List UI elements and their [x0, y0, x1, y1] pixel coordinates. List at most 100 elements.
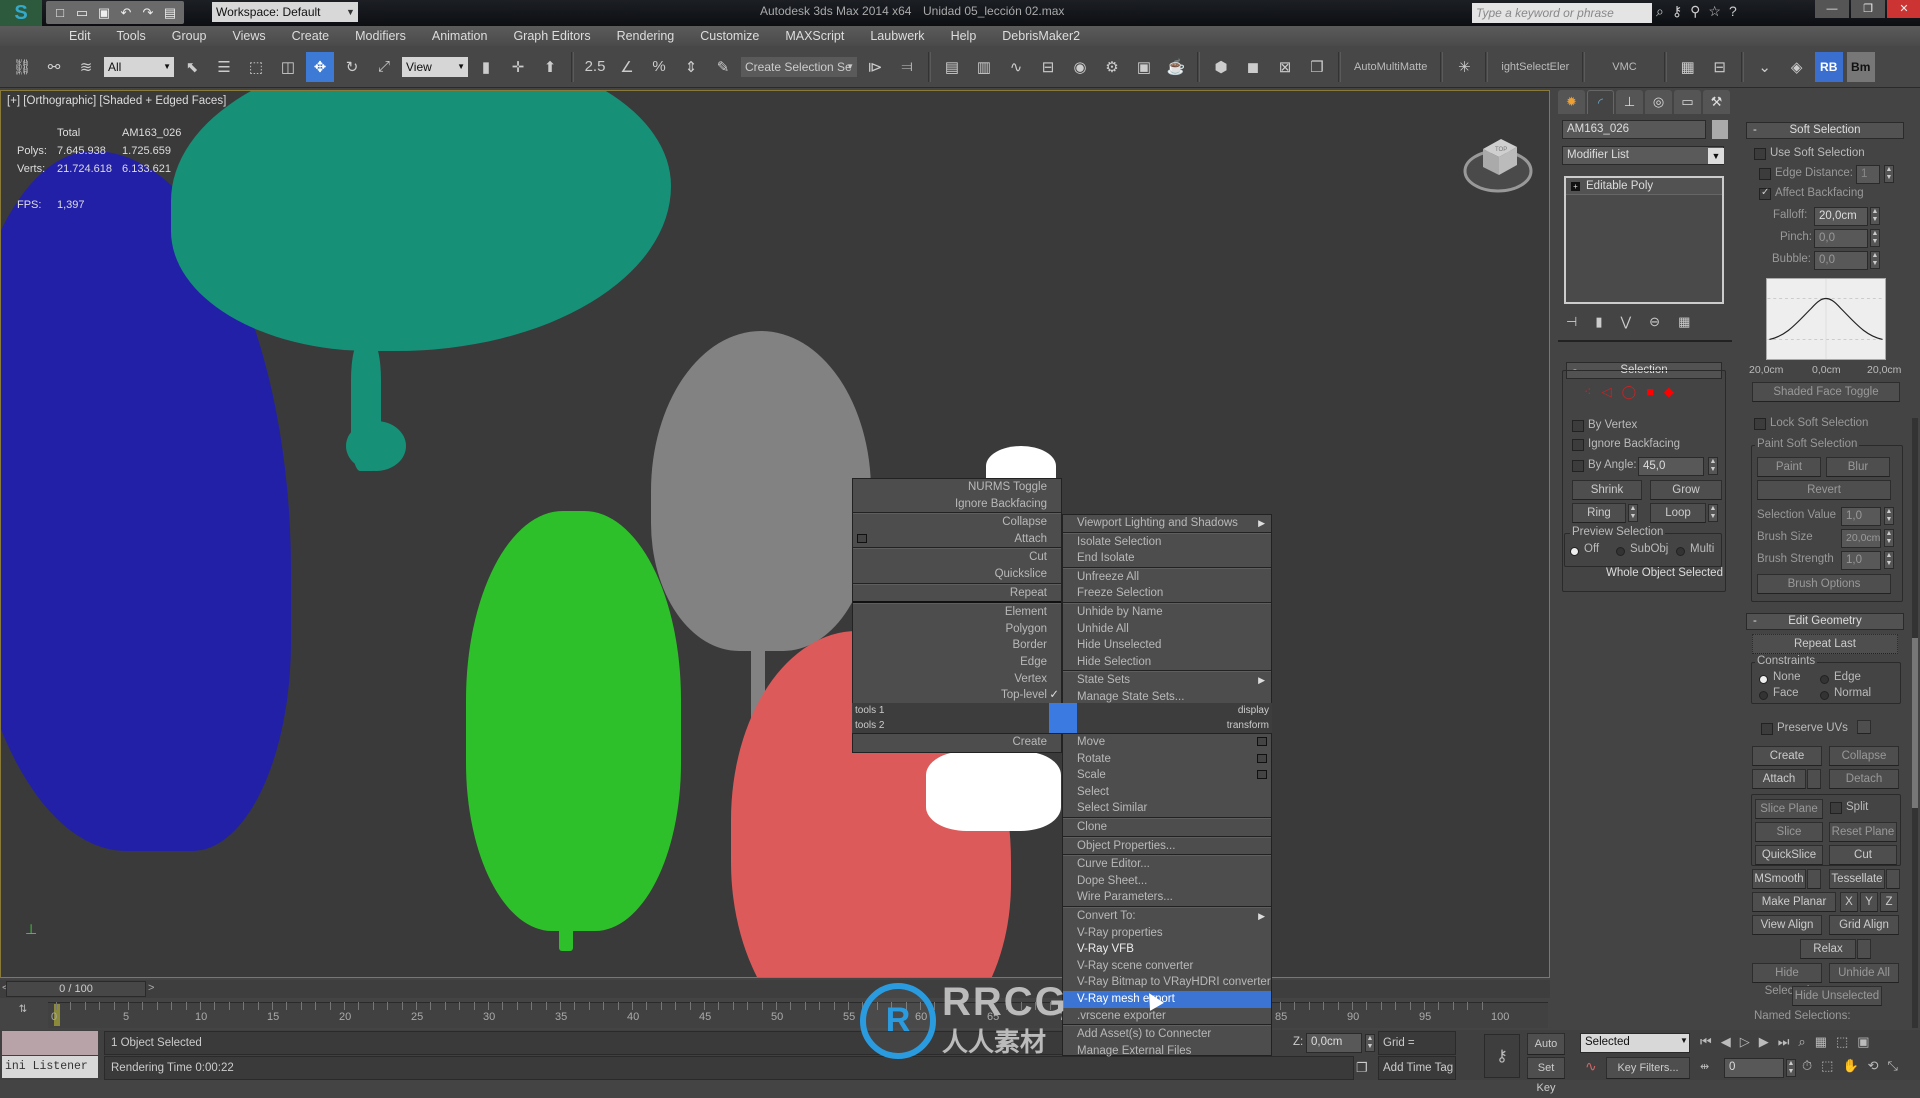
menu-item-dope-sheet[interactable]: Dope Sheet...: [1063, 873, 1271, 890]
hide-unselected-button[interactable]: Hide Unselected: [1792, 986, 1882, 1006]
edge-distance-spinner[interactable]: ▲ ▼: [1884, 165, 1894, 183]
star-icon[interactable]: ☆: [1708, 3, 1721, 20]
menu-item-ignore-backfacing[interactable]: Ignore Backfacing: [853, 496, 1061, 513]
brush-size-field[interactable]: 20,0cm: [1841, 529, 1881, 548]
menu-graph-editors[interactable]: Graph Editors: [500, 26, 603, 46]
menu-item-select-similar[interactable]: Select Similar: [1063, 800, 1271, 817]
bm-button[interactable]: Bm: [1846, 51, 1875, 82]
chevron-down-icon[interactable]: ▼: [1708, 148, 1724, 164]
menu-item-polygon[interactable]: Polygon: [853, 621, 1061, 638]
menu-views[interactable]: Views: [219, 26, 278, 46]
scale-icon[interactable]: ⤢: [370, 52, 398, 82]
project-folder-icon[interactable]: ▤: [162, 5, 178, 21]
collapse-button[interactable]: Collapse: [1829, 746, 1899, 766]
keyboard-shortcut-override-icon[interactable]: ⬆: [536, 52, 564, 82]
vmc-button[interactable]: VMC: [1592, 61, 1656, 73]
menu-item-move[interactable]: Move: [1063, 734, 1271, 751]
menu-item-wire-parameters[interactable]: Wire Parameters...: [1063, 889, 1271, 906]
blur-button[interactable]: Blur: [1826, 457, 1890, 477]
light-select-icon[interactable]: ✳: [1450, 52, 1478, 82]
menu-item-freeze-selection[interactable]: Freeze Selection: [1063, 585, 1271, 602]
bind-space-warp-icon[interactable]: ≋: [72, 52, 100, 82]
remove-modifier-icon[interactable]: ⊖: [1649, 314, 1660, 330]
zoom-extents-icon[interactable]: ⬚: [1836, 1034, 1848, 1050]
previous-frame-icon[interactable]: ◀: [1721, 1034, 1731, 1050]
satellite-icon[interactable]: ⚲: [1690, 3, 1700, 20]
quad-title-tools1[interactable]: tools 1: [852, 703, 1062, 718]
brush-options-button[interactable]: Brush Options: [1757, 574, 1891, 594]
shaded-face-toggle-button[interactable]: Shaded Face Toggle: [1752, 382, 1900, 402]
reset-plane-button[interactable]: Reset Plane: [1829, 822, 1897, 842]
key-filters-button[interactable]: Key Filters...: [1606, 1057, 1690, 1079]
key-mode-toggle-icon[interactable]: ⇹: [1700, 1060, 1709, 1073]
make-planar-button[interactable]: Make Planar: [1752, 892, 1836, 912]
key-curve-icon[interactable]: ∿: [1585, 1058, 1597, 1075]
undo-icon[interactable]: ↶: [118, 5, 134, 21]
configure-modifier-sets-icon[interactable]: ▦: [1678, 314, 1690, 330]
affect-backfacing-checkbox[interactable]: ✓: [1759, 187, 1771, 200]
cut-button[interactable]: Cut: [1829, 845, 1897, 865]
scene-states-icon[interactable]: ▦: [1674, 52, 1702, 82]
menu-item-manage-external-files[interactable]: Manage External Files: [1063, 1043, 1271, 1060]
attach-button[interactable]: Attach: [1752, 769, 1806, 789]
menu-rendering[interactable]: Rendering: [604, 26, 688, 46]
close-button[interactable]: ✕: [1887, 0, 1920, 18]
preserve-uvs-checkbox[interactable]: [1761, 723, 1773, 735]
menu-item-convert-to[interactable]: Convert To:: [1063, 908, 1271, 925]
menu-modifiers[interactable]: Modifiers: [342, 26, 419, 46]
menu-item-repeat[interactable]: Repeat: [853, 585, 1061, 602]
settings-box-icon[interactable]: [1257, 753, 1267, 763]
pinch-field[interactable]: 0,0: [1814, 229, 1868, 248]
relax-settings-icon[interactable]: [1857, 939, 1871, 959]
material-editor-icon[interactable]: ◉: [1066, 52, 1094, 82]
lock-soft-selection-checkbox[interactable]: [1754, 418, 1766, 430]
maxscript-listener-input[interactable]: ini Listener: [2, 1056, 98, 1078]
menu-help[interactable]: Help: [938, 26, 990, 46]
menu-item-state-sets[interactable]: State Sets: [1063, 672, 1271, 689]
percent-snap-icon[interactable]: %: [645, 52, 673, 82]
auto-key-button[interactable]: Auto Key: [1527, 1033, 1565, 1070]
menu-item-quickslice[interactable]: Quickslice: [853, 566, 1061, 583]
modifier-stack[interactable]: + Editable Poly: [1564, 176, 1724, 304]
menu-item-unhide-by-name[interactable]: Unhide by Name: [1063, 604, 1271, 621]
menu-item-unfreeze-all[interactable]: Unfreeze All: [1063, 569, 1271, 586]
maximize-button[interactable]: ❐: [1851, 0, 1885, 18]
next-frame-icon[interactable]: >: [148, 982, 154, 994]
binoculars-icon[interactable]: ⌕: [1656, 3, 1664, 20]
brush-strength-spinner[interactable]: ▲ ▼: [1884, 551, 1894, 569]
object-name-field[interactable]: AM163_026: [1562, 120, 1706, 139]
menu-laubwerk[interactable]: Laubwerk: [857, 26, 937, 46]
selection-filter-dropdown[interactable]: All: [104, 56, 174, 77]
expand-plus-icon[interactable]: +: [1571, 182, 1580, 191]
redo-icon[interactable]: ↷: [140, 5, 156, 21]
help-icon[interactable]: ?: [1729, 3, 1737, 20]
angle-snap-icon[interactable]: ∠: [613, 52, 641, 82]
edit-named-selection-icon[interactable]: ✎: [709, 52, 737, 82]
gear-eye-icon[interactable]: ◈: [1783, 52, 1811, 82]
menu-group[interactable]: Group: [159, 26, 220, 46]
spinner-snap-icon[interactable]: ⇕: [677, 52, 705, 82]
render-production-icon[interactable]: ☕: [1162, 52, 1190, 82]
menu-item-rotate[interactable]: Rotate: [1063, 751, 1271, 768]
slice-button[interactable]: Slice: [1755, 822, 1823, 842]
set-key-mode-icon[interactable]: ⚷: [1484, 1034, 1520, 1078]
make-unique-icon[interactable]: ⋁: [1620, 314, 1631, 330]
menu-tools[interactable]: Tools: [104, 26, 159, 46]
menu-debrismaker2[interactable]: DebrisMaker2: [989, 26, 1093, 46]
constraint-edge-radio[interactable]: [1820, 675, 1829, 684]
key-icon[interactable]: ⚷: [1672, 3, 1682, 20]
msmooth-button[interactable]: MSmooth: [1752, 869, 1806, 889]
menu-item-attach[interactable]: Attach: [853, 531, 1061, 548]
menu-item-vrscene-exporter[interactable]: .vrscene exporter: [1063, 1008, 1271, 1025]
repeat-last-button[interactable]: Repeat Last: [1752, 634, 1898, 654]
menu-item-add-assets[interactable]: Add Asset(s) to Connecter: [1063, 1026, 1271, 1043]
menu-maxscript[interactable]: MAXScript: [772, 26, 857, 46]
menu-animation[interactable]: Animation: [419, 26, 501, 46]
lightselectelement-button[interactable]: ightSelectEler: [1495, 61, 1575, 73]
preserve-uvs-settings-icon[interactable]: [1857, 720, 1871, 734]
select-object-icon[interactable]: ⬉: [178, 52, 206, 82]
menu-item-vray-bitmap-converter[interactable]: V-Ray Bitmap to VRayHDRI converter: [1063, 974, 1271, 991]
menu-item-vray-scene-converter[interactable]: V-Ray scene converter: [1063, 958, 1271, 975]
go-to-start-icon[interactable]: ⏮: [1700, 1034, 1712, 1050]
object-color-swatch[interactable]: [1712, 120, 1728, 139]
